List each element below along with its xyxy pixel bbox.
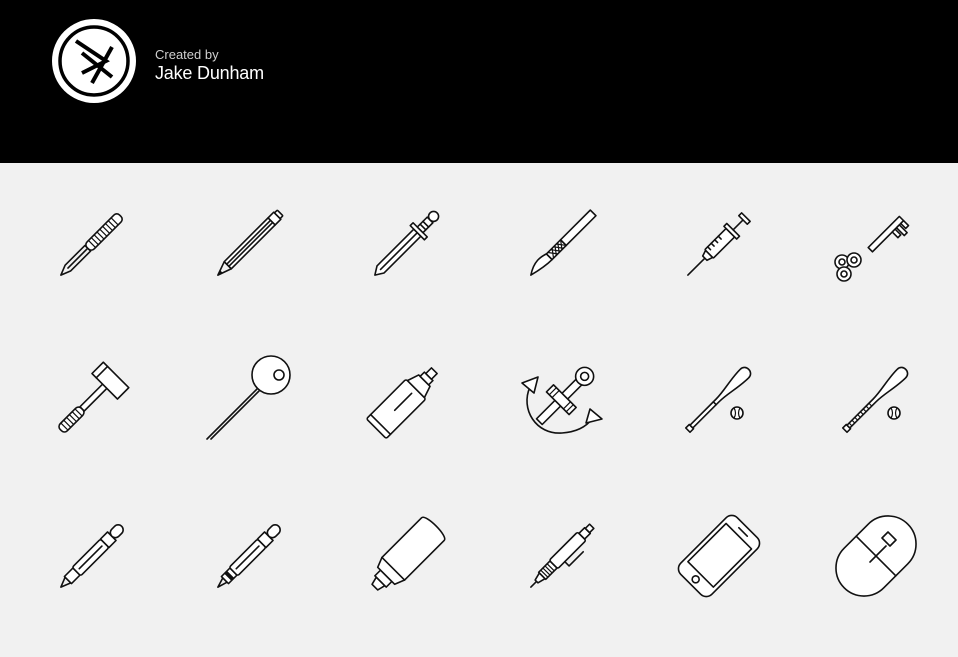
baseball-bat-icon[interactable] (673, 353, 765, 445)
spray-can-icon[interactable] (360, 353, 452, 445)
utility-knife-icon[interactable] (46, 198, 138, 290)
mouse-icon[interactable] (830, 510, 922, 602)
marker-pen-icon[interactable] (203, 510, 295, 602)
author-name: Jake Dunham (155, 63, 264, 83)
pin-icon[interactable] (203, 353, 295, 445)
scalpel-icon[interactable] (516, 198, 608, 290)
sword-icon[interactable] (360, 198, 452, 290)
anchor-icon[interactable] (516, 353, 608, 445)
smartphone-icon[interactable] (673, 510, 765, 602)
header-banner: Created by Jake Dunham (0, 0, 958, 163)
pen-icon[interactable] (46, 510, 138, 602)
baseball-bat-grip-icon[interactable] (830, 353, 922, 445)
highlighter-icon[interactable] (360, 510, 452, 602)
mechanical-pencil-icon[interactable] (516, 510, 608, 602)
pencil-icon[interactable] (203, 198, 295, 290)
hammer-icon[interactable] (46, 353, 138, 445)
logo-icon (52, 19, 136, 103)
icon-grid (0, 163, 958, 657)
key-icon[interactable] (830, 198, 922, 290)
credit-block: Created by Jake Dunham (155, 47, 264, 83)
syringe-icon[interactable] (673, 198, 765, 290)
credit-line: Created by (155, 47, 219, 62)
